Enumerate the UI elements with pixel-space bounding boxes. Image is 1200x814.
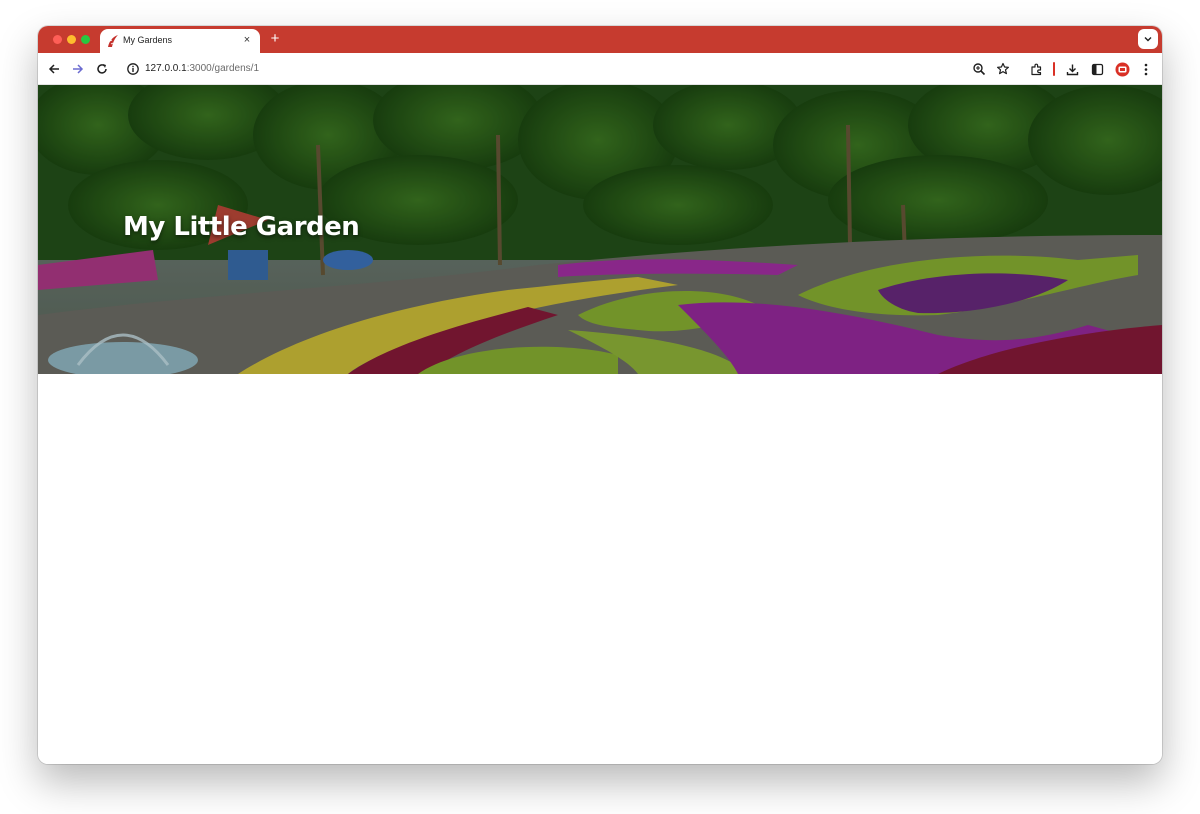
toolbar-divider: [1053, 62, 1055, 76]
browser-window: My Gardens × + 127.0.0.1:3000/gardens/1 …: [38, 26, 1162, 764]
extensions-button[interactable]: [1028, 61, 1044, 77]
back-button[interactable]: [46, 61, 62, 77]
ruby-rails-icon: [108, 35, 118, 47]
tab-my-gardens[interactable]: My Gardens ×: [100, 29, 260, 53]
url-host: 127.0.0.1: [145, 63, 187, 74]
chevron-down-icon: [1144, 37, 1152, 42]
window-close-button[interactable]: [53, 35, 62, 44]
profile-icon: [1115, 62, 1129, 76]
tab-title: My Gardens: [123, 35, 173, 45]
zoom-icon[interactable]: [972, 62, 986, 76]
reload-icon: [97, 64, 107, 74]
side-panel-icon: [1091, 63, 1103, 75]
tab-close-button[interactable]: ×: [240, 33, 254, 47]
new-tab-button[interactable]: +: [267, 31, 283, 47]
browser-toolbar: 127.0.0.1:3000/gardens/1: [38, 53, 1162, 85]
window-minimize-button[interactable]: [67, 35, 76, 44]
window-maximize-button[interactable]: [81, 35, 90, 44]
more-menu-button[interactable]: [1138, 61, 1154, 77]
info-icon[interactable]: [126, 62, 140, 76]
page-content: My Little Garden: [38, 85, 1162, 764]
side-panel-button[interactable]: [1089, 61, 1105, 77]
forward-button[interactable]: [70, 61, 86, 77]
downloads-button[interactable]: [1064, 61, 1080, 77]
page-title: My Little Garden: [123, 212, 360, 242]
arrow-left-icon: [48, 64, 59, 74]
bookmark-star-icon[interactable]: [996, 62, 1010, 76]
url-path: :3000/gardens/1: [186, 63, 259, 74]
tab-search-button[interactable]: [1138, 29, 1158, 49]
extensions-icon: [1030, 63, 1041, 75]
reload-button[interactable]: [94, 61, 110, 77]
download-icon: [1066, 64, 1078, 75]
arrow-right-icon: [73, 64, 84, 74]
tab-strip: My Gardens × +: [38, 26, 1162, 53]
address-bar[interactable]: 127.0.0.1:3000/gardens/1: [120, 57, 1018, 81]
more-menu-icon: [1144, 63, 1148, 75]
profile-button[interactable]: [1114, 61, 1130, 77]
hero-banner: My Little Garden: [38, 85, 1162, 374]
url-text[interactable]: 127.0.0.1:3000/gardens/1: [145, 63, 259, 74]
